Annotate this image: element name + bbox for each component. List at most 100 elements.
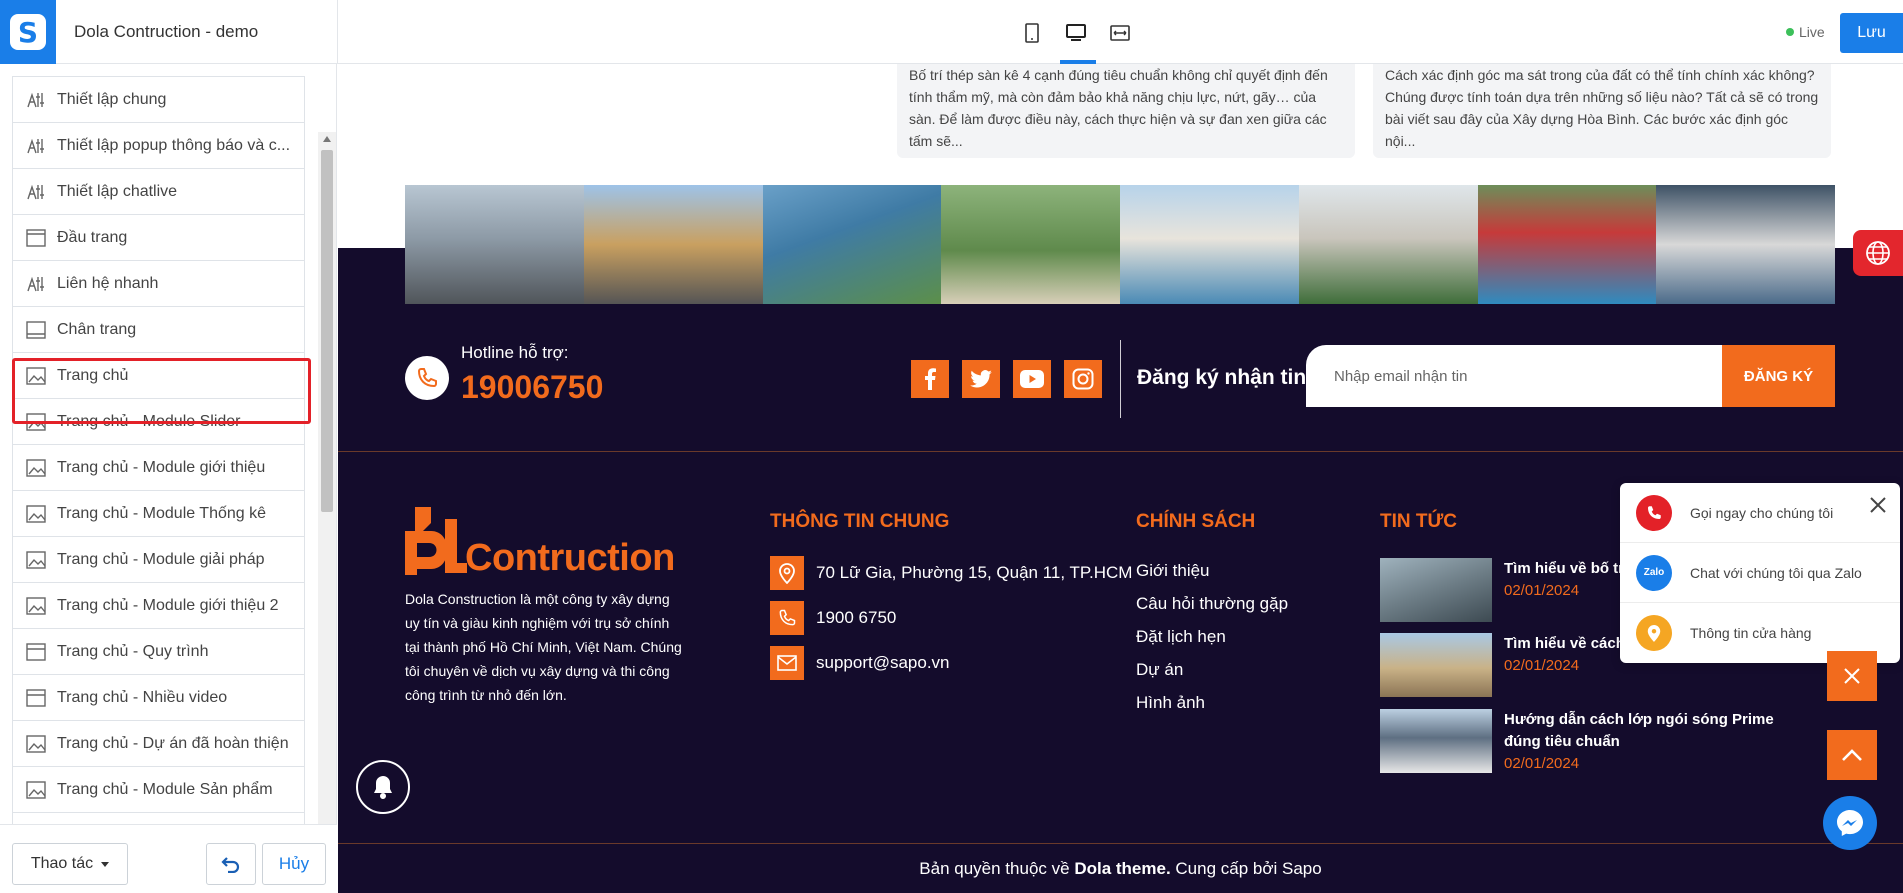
notification-bell-button[interactable] [356,760,410,814]
sidebar-item-label: Chân trang [57,320,137,338]
store-info-label: Thông tin cửa hàng [1690,625,1812,641]
zalo-chat-option[interactable]: Zalo Chat với chúng tôi qua Zalo [1620,543,1900,603]
email-row[interactable]: support@sapo.vn [770,646,950,680]
youtube-icon [1020,370,1044,388]
dola-contruction-logo[interactable]: Contruction [405,505,675,579]
image-section-icon [25,549,47,571]
instagram-link[interactable] [1064,360,1102,398]
cancel-button[interactable]: Hủy [262,843,326,885]
gallery-image[interactable] [1477,185,1657,304]
news-title[interactable]: Hướng dẫn cách lớp ngói sóng Prime đúng … [1504,709,1794,753]
hotline-phone-circle[interactable] [405,356,449,400]
blog-excerpt: Cách xác định góc ma sát trong của đất c… [1385,67,1819,149]
sidebar-item[interactable]: Trang chủ - Module Sản phẩm [13,767,304,813]
news-item[interactable]: Hướng dẫn cách lớp ngói sóng Prime đúng … [1380,709,1794,773]
sidebar-item[interactable]: Trang chủ [13,353,304,399]
sidebar-item-label: Trang chủ - Module giới thiệu 2 [57,596,279,614]
caret-down-icon [101,861,110,867]
twitter-link[interactable] [962,360,1000,398]
sidebar-item[interactable]: Chân trang [13,307,304,353]
sidebar-item[interactable]: Thiết lập popup thông báo và c... [13,123,304,169]
settings-sliders-icon [25,273,47,295]
top-bar: S Dola Contruction - demo Live Lưu [0,0,1903,64]
policy-link[interactable]: Dự án [1136,660,1183,680]
sidebar-item-label: Thiết lập chung [57,90,167,108]
chevron-up-icon [1842,749,1862,761]
newsletter-email-input[interactable] [1306,345,1722,407]
sidebar-item[interactable]: Trang chủ - Dự án đã hoàn thiện [13,721,304,767]
sidebar-item[interactable]: Liên hệ nhanh [13,261,304,307]
hotline-number[interactable]: 19006750 [461,369,603,406]
sidebar-item[interactable]: Thiết lập chung [13,77,304,123]
policy-link[interactable]: Hình ảnh [1136,693,1205,713]
sidebar-item[interactable]: Thiết lập chatlive [13,169,304,215]
email-text: support@sapo.vn [816,653,950,672]
undo-icon [221,857,240,873]
sidebar-item[interactable]: Đầu trang [13,215,304,261]
facebook-link[interactable] [911,360,949,398]
sidebar-item-label: Trang chủ - Nhiều video [57,688,228,706]
mail-icon [770,646,804,680]
news-thumbnail[interactable] [1380,709,1492,773]
hotline-label: Hotline hỗ trợ: [461,343,569,362]
footer-vertical-divider [1120,340,1121,418]
zalo-chat-label: Chat với chúng tôi qua Zalo [1690,564,1862,581]
desktop-view-button[interactable] [1060,16,1096,64]
policy-link[interactable]: Câu hỏi thường gặp [1136,594,1288,614]
gallery-image[interactable] [941,185,1120,304]
address-row[interactable]: 70 Lữ Gia, Phường 15, Quận 11, TP.HCM [770,556,1132,590]
mobile-view-button[interactable] [1016,16,1048,50]
close-icon [1844,668,1860,684]
sidebar-item[interactable]: Trang chủ - Module giải pháp [13,537,304,583]
sidebar-item-label: Trang chủ [57,366,129,384]
sidebar-item-label: Liên hệ nhanh [57,274,159,292]
policy-column-title: CHÍNH SÁCH [1136,511,1256,532]
live-dot-icon [1786,28,1794,36]
newsletter-subscribe-button[interactable]: ĐĂNG KÝ [1722,345,1835,407]
footer-divider [338,451,1903,452]
gallery-image[interactable] [583,185,763,304]
gallery-image[interactable] [1120,185,1299,304]
close-contact-button[interactable] [1827,651,1877,701]
scrollbar-thumb[interactable] [321,150,333,512]
sidebar-item[interactable]: Trang chủ - Module giới thiệu 2 [13,583,304,629]
image-section-icon [25,733,47,755]
copyright-brand[interactable]: Dola theme. [1074,859,1170,878]
news-thumbnail[interactable] [1380,558,1492,622]
save-button[interactable]: Lưu [1840,13,1903,53]
phone-row[interactable]: 1900 6750 [770,601,896,635]
news-thumbnail[interactable] [1380,633,1492,697]
sidebar-item[interactable]: Trang chủ - Module giới thiệu [13,445,304,491]
fullwidth-view-button[interactable] [1104,16,1136,50]
policy-link[interactable]: Giới thiệu [1136,561,1210,581]
location-pin-icon [770,556,804,590]
sidebar-item[interactable]: Trang chủ - Module Thống kê [13,491,304,537]
undo-button[interactable] [206,843,256,885]
blog-card[interactable]: Cách xác định góc ma sát trong của đất c… [1373,64,1831,158]
sidebar-item[interactable]: Trang chủ - Nhiều video [13,675,304,721]
sidebar-item[interactable]: Trang chủ - Module Slider [13,399,304,445]
gallery-image[interactable] [762,185,942,304]
language-switch-button[interactable] [1853,230,1903,276]
image-section-icon [25,779,47,801]
gallery-image[interactable] [405,185,584,304]
scroll-up-arrow-icon[interactable] [323,136,331,142]
youtube-link[interactable] [1013,360,1051,398]
phone-icon [417,368,437,388]
actions-dropdown[interactable]: Thao tác [12,843,128,885]
image-section-icon [25,503,47,525]
sidebar-item-label: Trang chủ - Module Slider [57,412,241,430]
policy-link[interactable]: Đặt lịch hẹn [1136,627,1226,647]
back-to-top-button[interactable] [1827,730,1877,780]
live-status[interactable]: Live [1786,24,1825,40]
sidebar-scrollbar[interactable] [318,132,336,892]
phone-icon [1636,494,1672,531]
messenger-button[interactable] [1823,796,1877,850]
sapo-logo[interactable]: S [0,0,56,64]
gallery-image[interactable] [1298,185,1478,304]
blog-card[interactable]: Bố trí thép sàn kê 4 cạnh đúng tiêu chuẩ… [897,64,1355,158]
gallery-image[interactable] [1656,185,1835,304]
project-gallery [405,185,1835,304]
call-now-option[interactable]: Gọi ngay cho chúng tôi [1620,483,1900,543]
sidebar-item[interactable]: Trang chủ - Quy trình [13,629,304,675]
